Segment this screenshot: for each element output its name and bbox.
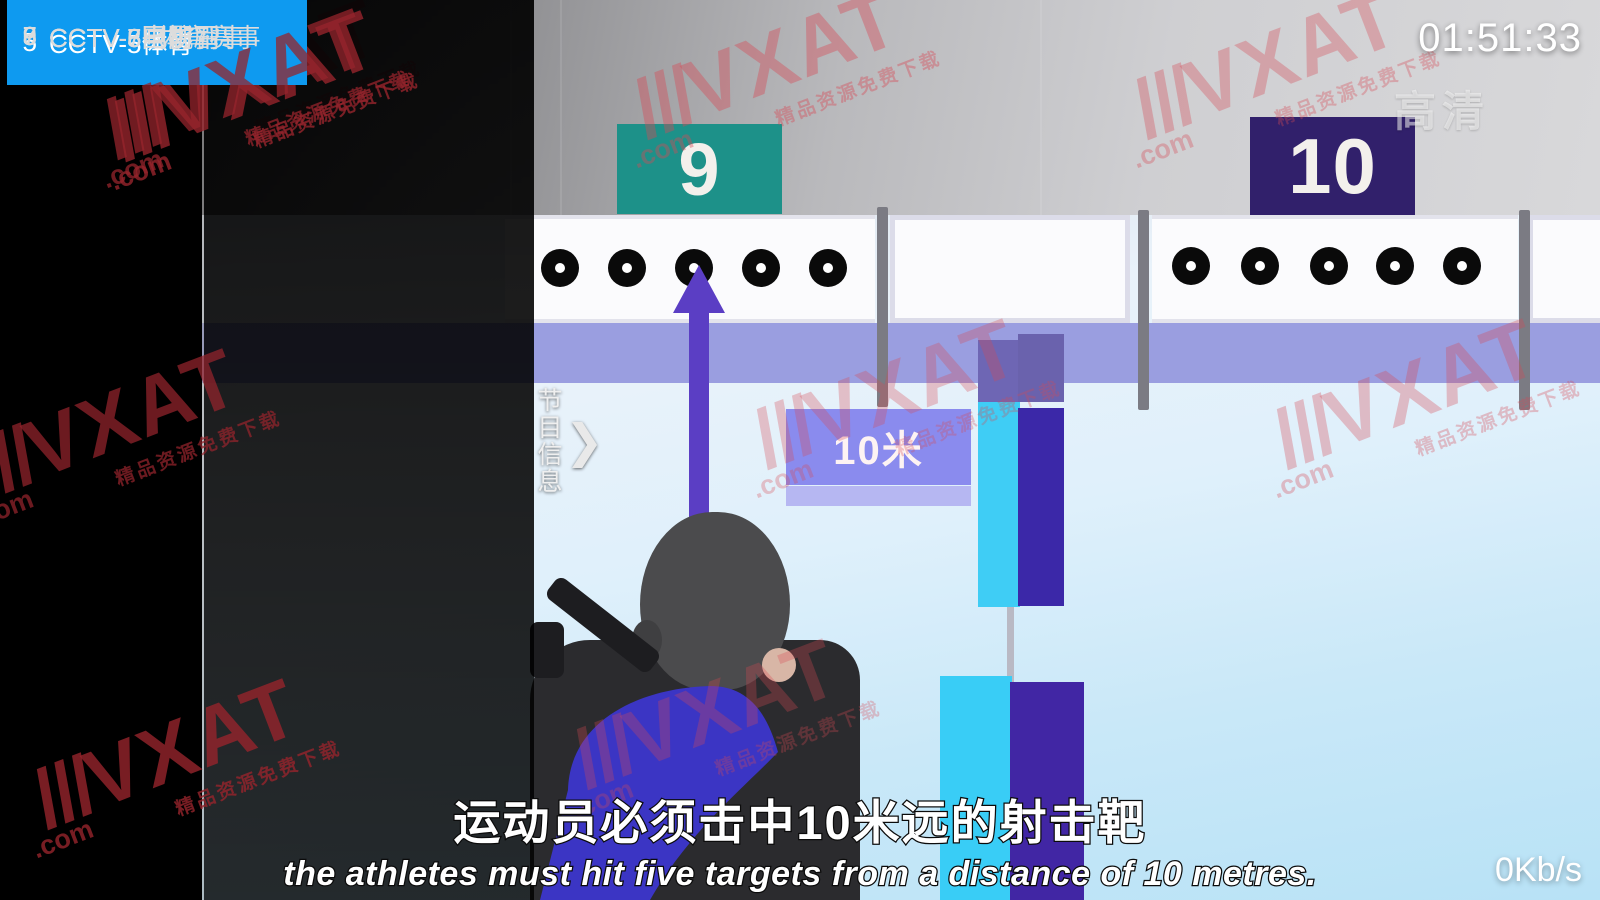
channel-list-item[interactable]: 9 CCTV-8电视剧 [7,0,307,72]
tv-player-screen: 9 10 10米 ///VXAT .com 精品资源免费下载 ///VXAT .… [0,0,1600,900]
subtitle-english: the athletes must hit five targets from … [282,854,1317,895]
subtitle-block: 运动员必须击中10米远的射击靶 the athletes must hit fi… [0,784,1600,895]
channel-number: 9 [22,20,37,51]
ui-overlay: ///VXAT .com 精品资源免费下载 ///VXAT .com 精品资源免… [0,0,1600,900]
channel-list-panel[interactable] [204,0,534,900]
program-info-label: 节目信息 [534,387,562,495]
subtitle-chinese: 运动员必须击中10米远的射击靶 [452,795,1147,851]
hd-badge: 高清 [1393,88,1490,135]
program-info-button[interactable]: 节目信息 ❯ [534,366,610,516]
clock: 01:51:33 [1418,16,1582,60]
channel-name: CCTV-8电视剧 [49,22,220,53]
chevron-right-icon: ❯ [565,415,604,467]
category-sidebar[interactable] [0,0,202,900]
